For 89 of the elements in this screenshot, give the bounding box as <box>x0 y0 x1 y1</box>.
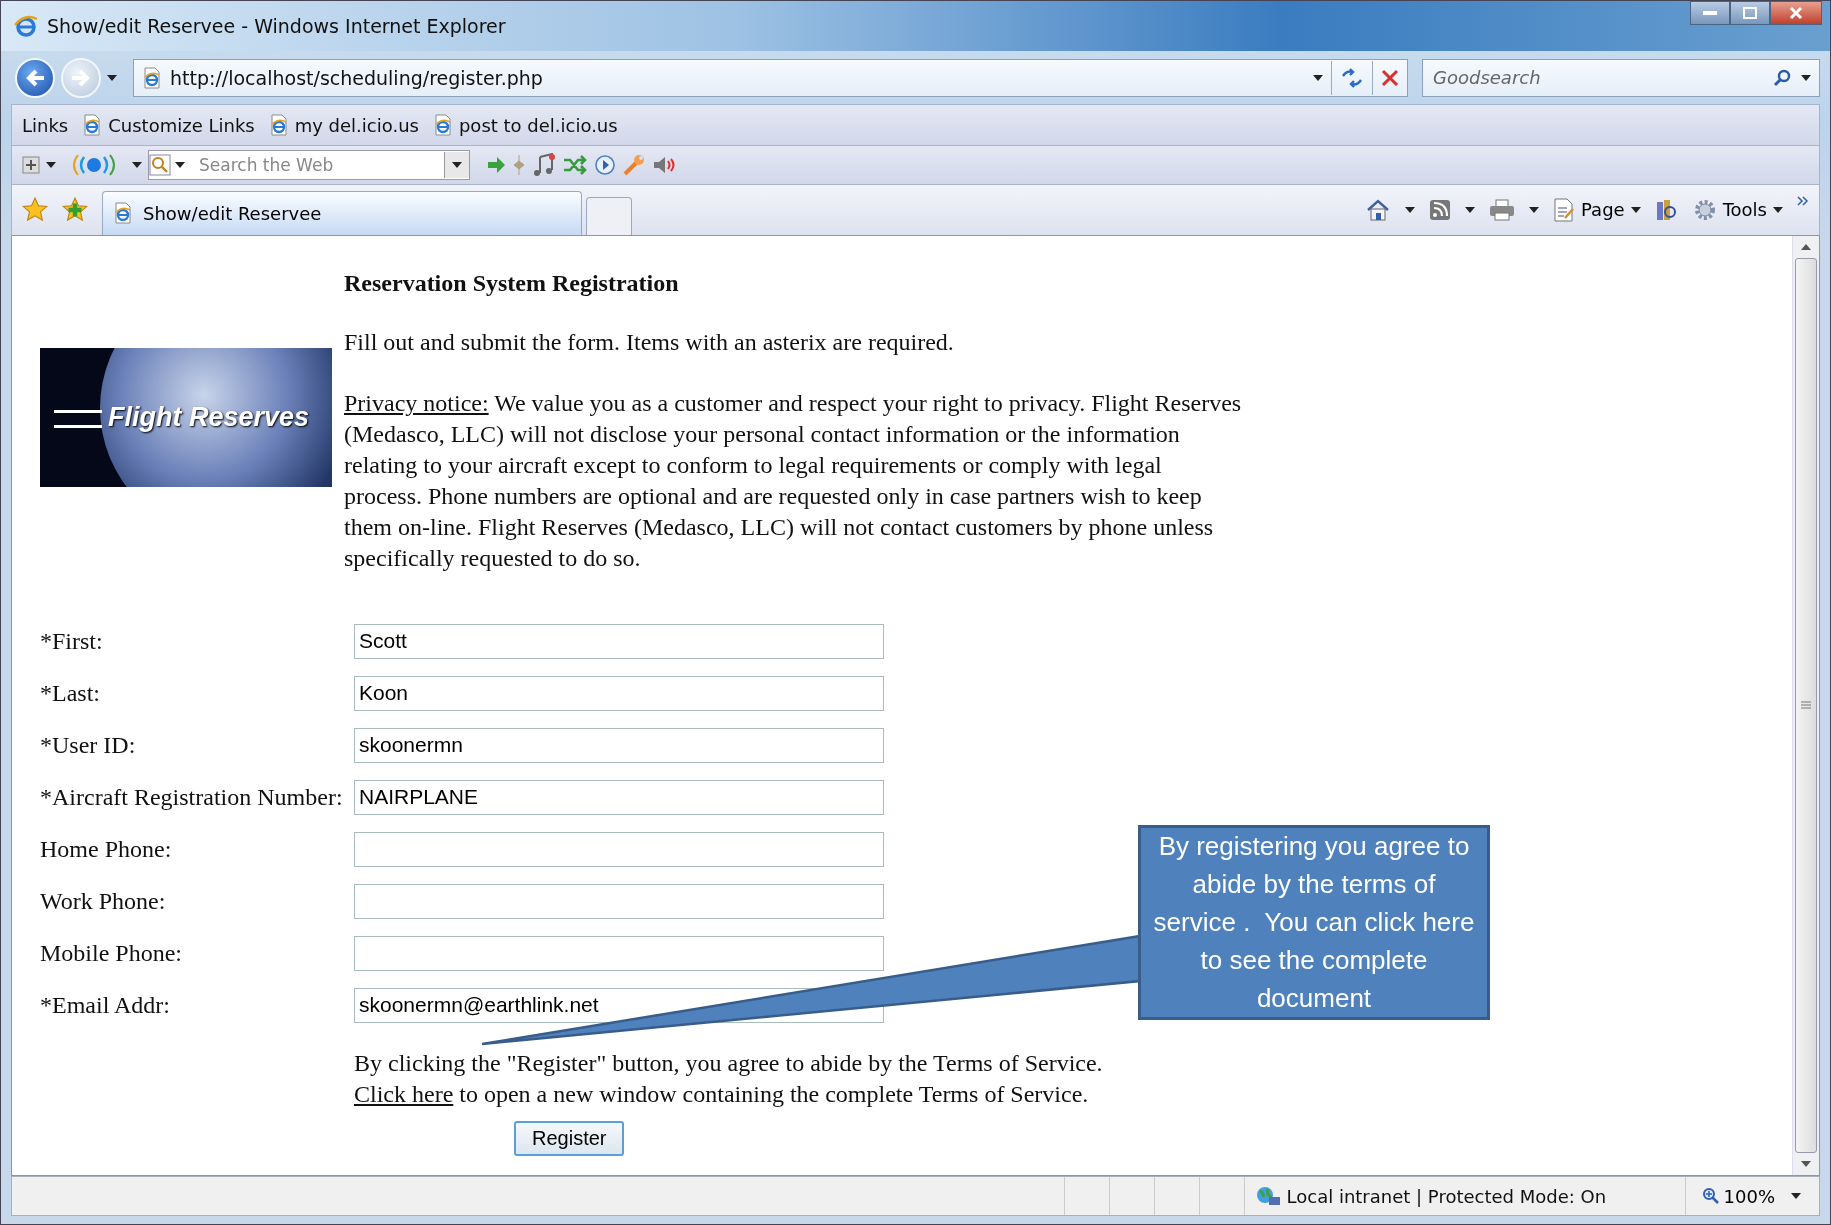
security-zone-text: Local intranet | Protected Mode: On <box>1286 1185 1607 1207</box>
page-caret-icon[interactable] <box>1630 206 1641 213</box>
dropdown-caret-icon[interactable] <box>452 162 462 169</box>
zoom-caret-icon[interactable] <box>1791 1193 1801 1199</box>
privacy-notice-link[interactable]: Privacy notice: <box>344 389 489 416</box>
link-item[interactable]: post to del.icio.us <box>432 114 618 137</box>
tools-caret-icon[interactable] <box>1773 206 1783 213</box>
flight-reserves-logo: Flight Reserves <box>40 347 332 487</box>
browser-tab[interactable]: Show/edit Reservee <box>102 190 582 235</box>
shuffle-icon[interactable] <box>562 154 588 177</box>
field-label: Home Phone: <box>40 835 173 863</box>
magnifier-icon <box>149 154 171 177</box>
maximize-button[interactable] <box>1730 1 1770 25</box>
go-arrow-icon[interactable] <box>486 156 506 175</box>
radio-caret-icon[interactable] <box>132 162 142 169</box>
dropdown-button[interactable] <box>444 152 469 179</box>
stop-icon[interactable] <box>1381 68 1399 87</box>
text-field[interactable]: skoonermn <box>354 727 884 763</box>
field-label: *Email Addr: <box>40 991 171 1019</box>
link-item[interactable]: Customize Links <box>82 114 255 137</box>
music-note-icon[interactable] <box>532 153 556 178</box>
text-field[interactable] <box>354 831 884 867</box>
address-field[interactable]: http://localhost/scheduling/register.php <box>133 58 1408 97</box>
text-field[interactable]: NAIRPLANE <box>354 779 884 815</box>
field-label: *Last: <box>40 679 101 707</box>
maximize-icon <box>1743 7 1757 19</box>
field-label: Mobile Phone: <box>40 939 183 967</box>
intranet-globe-icon <box>1254 1185 1281 1207</box>
link-item[interactable]: my del.icio.us <box>268 114 419 137</box>
page-heading: Reservation System Registration <box>344 269 680 297</box>
ie-page-icon <box>113 202 133 225</box>
minimize-button[interactable] <box>1690 1 1730 25</box>
arrow-right-icon <box>70 67 92 88</box>
feed-caret-icon[interactable] <box>1465 206 1476 213</box>
zoom-icon <box>1701 1187 1720 1205</box>
close-button[interactable] <box>1770 1 1822 25</box>
search-engine-caret-icon[interactable] <box>175 162 185 169</box>
field-label: *Aircraft Registration Number: <box>40 783 344 811</box>
text-field[interactable]: Koon <box>354 675 884 711</box>
refresh-icon[interactable] <box>1340 66 1364 89</box>
back-button[interactable] <box>15 57 55 98</box>
vertical-scrollbar[interactable] <box>1792 235 1819 1175</box>
tools-menu-button[interactable]: Tools <box>1692 197 1783 222</box>
add-icon[interactable] <box>22 156 40 175</box>
address-dropdown-caret-icon[interactable] <box>1313 74 1323 81</box>
field-label: *User ID: <box>40 731 137 759</box>
scroll-down-arrow-icon[interactable] <box>1801 1161 1811 1167</box>
ie-page-icon <box>432 114 453 137</box>
ie-page-icon <box>142 66 162 89</box>
search-field[interactable]: Goodsearch <box>1431 61 1763 94</box>
terms-link[interactable]: Click here <box>354 1080 454 1107</box>
home-caret-icon[interactable] <box>1405 206 1416 213</box>
web-search-box[interactable]: Search the Web <box>148 150 470 181</box>
add-caret-icon[interactable] <box>46 162 56 169</box>
recent-pages-caret-icon[interactable] <box>107 74 117 81</box>
favorites-star-icon[interactable] <box>22 196 48 223</box>
page-icon <box>1553 197 1576 222</box>
minimize-icon <box>1703 11 1717 15</box>
text-field[interactable] <box>354 935 884 971</box>
search-icon[interactable] <box>1773 68 1791 87</box>
privacy-paragraph: Privacy notice: We value you as a customer and respect your right to privacy. Flight Reserves (Medasco, LLC) will not disclose your personal contact information or the information relating to your aircraft except to conform to legal requirements or comply with legal process. Phone numbers are optional and are requested only in case partners wish to keep them on-line. Flight Reserves (Medasco, LLC) will not contact customers by phone unless specifically requested to do so. <box>344 388 1243 573</box>
page-menu-button[interactable]: Page <box>1553 197 1641 222</box>
gear-icon <box>1692 197 1717 222</box>
callout-box: By registering you agree to abide by the terms of service . You can click here to see the complete document <box>1138 824 1490 1020</box>
ie-page-icon <box>268 114 289 137</box>
ie-page-icon <box>82 114 103 137</box>
add-favorite-icon[interactable] <box>62 196 88 223</box>
links-label: Links <box>22 114 69 136</box>
intro-text: Fill out and submit the form. Items with an asterix are required. <box>344 327 955 357</box>
field-label: *First: <box>40 627 104 655</box>
printer-icon[interactable] <box>1489 198 1516 221</box>
research-icon[interactable] <box>1654 197 1679 222</box>
text-field[interactable]: Scott <box>354 623 884 659</box>
arrow-left-icon <box>24 67 46 88</box>
search-options-caret-icon[interactable] <box>1801 74 1811 81</box>
divider-icon <box>512 153 526 178</box>
window-title: Show/edit Reservee - Windows Internet Explorer <box>47 14 506 37</box>
text-field[interactable] <box>354 883 884 919</box>
print-caret-icon[interactable] <box>1529 206 1540 213</box>
field-label: Work Phone: <box>40 887 167 915</box>
zoom-button[interactable]: 100% <box>1684 1177 1781 1215</box>
play-icon[interactable] <box>594 154 616 177</box>
terms-text: By clicking the "Register" button, you agree to abide by the Terms of Service. Click here to open a new window containing the complete Terms of Service. <box>354 1048 1104 1109</box>
grip-icon <box>1801 700 1811 710</box>
register-button[interactable]: Register <box>514 1120 625 1156</box>
close-icon <box>1789 6 1803 20</box>
feed-icon[interactable] <box>1429 198 1452 221</box>
scroll-up-arrow-icon[interactable] <box>1801 243 1811 250</box>
search-box[interactable]: Goodsearch <box>1422 58 1820 97</box>
